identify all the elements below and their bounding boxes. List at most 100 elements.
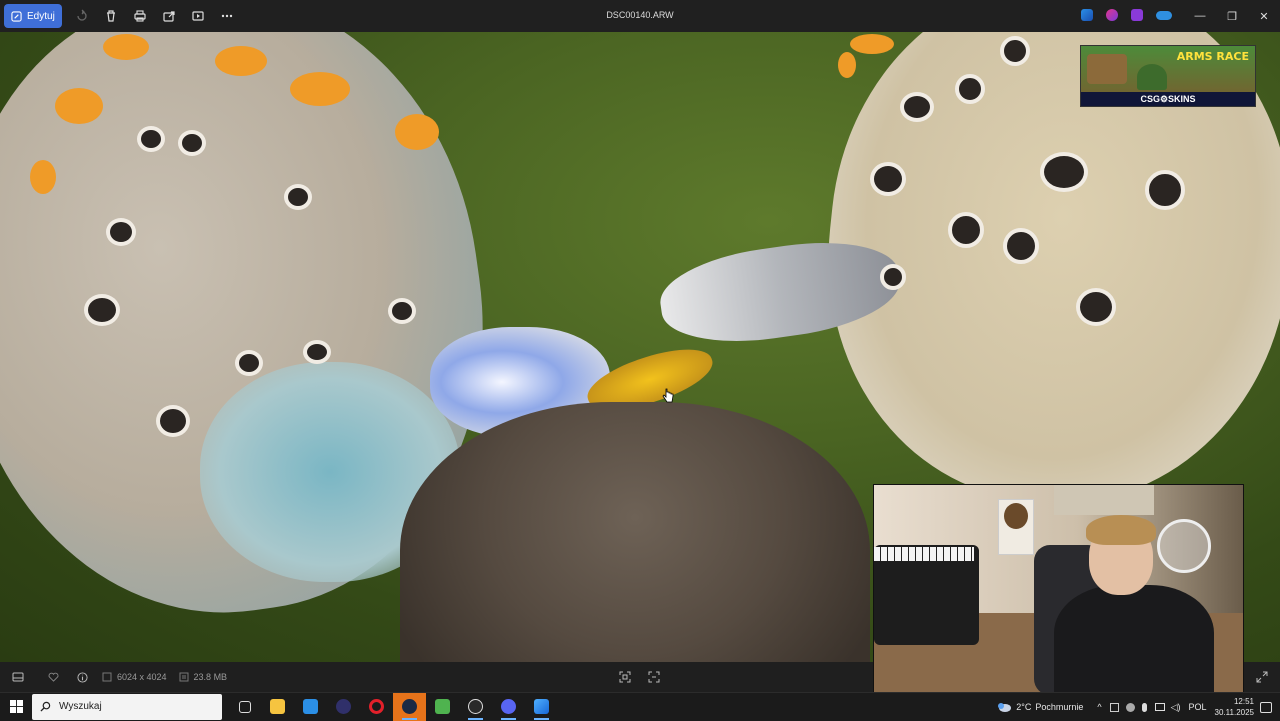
- file-explorer-button[interactable]: [261, 693, 294, 721]
- edit-button[interactable]: Edytuj: [4, 4, 62, 28]
- fit-to-window-button[interactable]: [619, 671, 631, 683]
- close-button[interactable]: ✕: [1248, 0, 1280, 32]
- wing-spot: [1040, 152, 1088, 192]
- wing-spot: [870, 162, 906, 196]
- wing-spot: [284, 184, 312, 210]
- cloud-weather-icon: [998, 703, 1012, 712]
- taskbar-search[interactable]: Wyszukaj: [32, 693, 222, 720]
- expand-icon: [1256, 671, 1268, 683]
- favorite-button[interactable]: [48, 672, 59, 682]
- dried-flower-head: [400, 402, 870, 662]
- notepad-button[interactable]: [426, 693, 459, 721]
- shelf: [1054, 485, 1154, 515]
- vscode-icon: [303, 699, 318, 714]
- minimize-button[interactable]: —: [1184, 0, 1216, 32]
- slideshow-icon: [192, 11, 204, 21]
- windows-logo-icon: [9, 700, 23, 713]
- dimensions-info: 6024 x 4024: [102, 672, 167, 682]
- window-controls: — ❐ ✕: [1184, 0, 1280, 32]
- wing-spot: [948, 212, 984, 248]
- photos-button[interactable]: [525, 693, 558, 721]
- wing-spot: [955, 74, 985, 104]
- file-size-info: 23.8 MB: [179, 672, 227, 682]
- soldier-graphic: [1137, 64, 1167, 90]
- wing-spot: [235, 350, 263, 376]
- vscode-button[interactable]: [294, 693, 327, 721]
- orange-wing-marking: [215, 46, 267, 76]
- microphone-icon[interactable]: [1141, 702, 1147, 712]
- notepad-icon: [435, 699, 450, 714]
- desk-fan: [1157, 519, 1211, 573]
- onedrive-icon[interactable]: [1156, 11, 1172, 20]
- chevron-up-icon[interactable]: ^: [1097, 702, 1101, 712]
- obs-button[interactable]: [459, 693, 492, 721]
- filmstrip-icon: [12, 672, 24, 682]
- notification-icon[interactable]: [1260, 701, 1272, 713]
- task-view-icon: [238, 700, 251, 713]
- file-size-icon: [179, 672, 189, 682]
- search-icon: [40, 701, 51, 712]
- orange-wing-marking: [55, 88, 103, 124]
- clock-date: 30.11.2025: [1214, 708, 1254, 717]
- tray-app-icon[interactable]: [1109, 702, 1119, 712]
- top-toolbar: Edytuj DSC00140.ARW — ❐ ✕: [0, 0, 1280, 32]
- orange-wing-marking: [850, 34, 894, 54]
- wing-spot: [1000, 36, 1030, 66]
- wing-spot: [880, 264, 906, 290]
- wing-spot: [388, 298, 416, 324]
- delete-button[interactable]: [97, 4, 126, 28]
- game-scene-graphic: [1087, 54, 1127, 84]
- app-button[interactable]: [327, 693, 360, 721]
- share-button[interactable]: [155, 4, 184, 28]
- more-icon: [222, 14, 233, 18]
- weather-temperature[interactable]: 2°C: [1016, 702, 1031, 712]
- wing-spot: [1145, 170, 1185, 210]
- wing-spot: [900, 92, 934, 122]
- delete-icon: [107, 10, 116, 22]
- steam-button[interactable]: [393, 692, 426, 721]
- start-button[interactable]: [0, 693, 32, 721]
- ad-brand: CSG⚙SKINS: [1081, 92, 1255, 106]
- heart-icon: [48, 672, 59, 682]
- piano-keys: [874, 547, 974, 561]
- print-button[interactable]: [126, 4, 155, 28]
- file-explorer-icon: [270, 699, 285, 714]
- app3-icon[interactable]: [1131, 9, 1143, 21]
- fit-screen-icon: [619, 671, 631, 683]
- app2-icon[interactable]: [1106, 9, 1118, 21]
- sharex-icon[interactable]: [1081, 9, 1093, 21]
- info-icon: [77, 671, 88, 683]
- orange-wing-marking: [290, 72, 350, 106]
- orange-wing-marking: [103, 34, 149, 60]
- network-icon[interactable]: [1154, 703, 1165, 711]
- actual-size-button[interactable]: [648, 671, 660, 683]
- filmstrip-button[interactable]: [12, 672, 24, 682]
- opera-icon: [369, 699, 384, 714]
- tray-steam-icon[interactable]: [1125, 702, 1135, 712]
- wing-spot: [84, 294, 120, 326]
- info-button[interactable]: [77, 671, 88, 683]
- volume-icon[interactable]: ◁): [1171, 702, 1181, 713]
- weather-description[interactable]: Pochmurnie: [1035, 702, 1083, 712]
- webcam-overlay: [873, 484, 1244, 694]
- language-indicator[interactable]: POL: [1189, 702, 1207, 712]
- print-icon: [134, 10, 146, 22]
- steam-icon: [402, 699, 417, 714]
- obs-icon: [468, 699, 483, 714]
- wing-spot: [1003, 228, 1039, 264]
- slideshow-button[interactable]: [184, 4, 213, 28]
- discord-button[interactable]: [492, 693, 525, 721]
- rotate-button[interactable]: [68, 4, 97, 28]
- clock[interactable]: 12:51 30.11.2025: [1215, 696, 1254, 718]
- more-options-button[interactable]: [213, 4, 242, 28]
- task-view-button[interactable]: [228, 693, 261, 721]
- edit-icon: [11, 10, 22, 22]
- opera-button[interactable]: [360, 693, 393, 721]
- fullscreen-button[interactable]: [1256, 671, 1268, 683]
- wing-spot: [303, 340, 331, 364]
- maximize-button[interactable]: ❐: [1216, 0, 1248, 32]
- person-hair: [1086, 515, 1156, 545]
- wing-spot: [1076, 288, 1116, 326]
- orange-wing-marking: [395, 114, 439, 150]
- edit-button-label: Edytuj: [27, 10, 55, 22]
